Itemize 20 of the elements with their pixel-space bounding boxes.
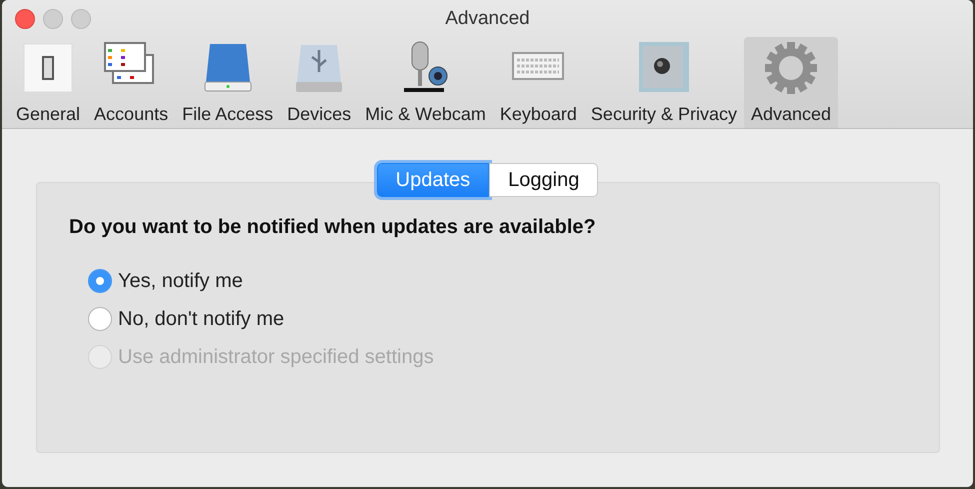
window-title: Advanced xyxy=(445,8,530,30)
gear-icon xyxy=(763,40,819,96)
toolbar-tab[interactable]: Accounts xyxy=(87,37,176,128)
minimize-button[interactable] xyxy=(43,8,63,28)
toolbar-tab[interactable]: Keyboard xyxy=(492,37,584,128)
zoom-button[interactable] xyxy=(71,8,91,28)
radio-label: Use administrator specified settings xyxy=(118,346,434,368)
radio-button[interactable] xyxy=(88,307,112,331)
toolbar-tab[interactable]: Security & Privacy xyxy=(584,37,744,128)
radio-button[interactable] xyxy=(88,269,112,293)
close-button[interactable] xyxy=(15,8,35,28)
toolbar-tab[interactable]: File Access xyxy=(175,37,280,128)
question-text: Do you want to be notified when updates are available? xyxy=(69,216,597,239)
radio-label: No, don't notify me xyxy=(118,308,284,330)
toolbar-tab[interactable]: Devices xyxy=(280,37,358,128)
radio-label: Yes, notify me xyxy=(118,270,243,292)
toolbar-tab[interactable]: General xyxy=(9,37,88,128)
segment-tab[interactable]: Logging xyxy=(489,163,598,197)
toolbar-tab[interactable]: Advanced xyxy=(744,37,838,128)
toolbar-tab[interactable]: Mic & Webcam xyxy=(358,37,493,128)
